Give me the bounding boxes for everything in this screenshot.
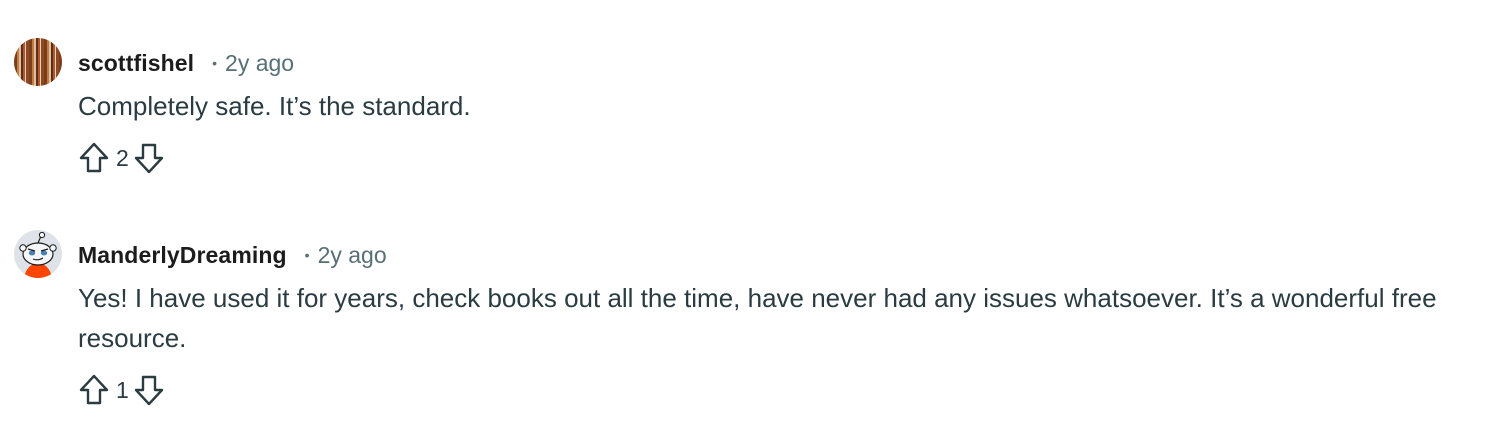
comment-header: scottfishel • 2y ago: [78, 48, 294, 78]
comment-header: ManderlyDreaming • 2y ago: [78, 240, 387, 270]
upvote-arrow-icon: [79, 142, 109, 173]
username-link[interactable]: scottfishel: [78, 50, 194, 77]
upvote-button[interactable]: [78, 141, 110, 175]
snoo-avatar-icon: [14, 230, 62, 278]
upvote-arrow-icon: [79, 374, 109, 405]
downvote-arrow-icon: [134, 375, 163, 406]
vote-score: 1: [116, 376, 129, 403]
downvote-button[interactable]: [133, 373, 165, 407]
meta-separator: •: [212, 55, 218, 71]
comment-body: Completely safe. It’s the standard.: [78, 91, 471, 121]
username-link[interactable]: ManderlyDreaming: [78, 242, 287, 269]
user-avatar[interactable]: [14, 38, 62, 86]
downvote-arrow-icon: [134, 143, 163, 174]
upvote-button[interactable]: [78, 373, 110, 407]
comment-timestamp[interactable]: 2y ago: [225, 50, 294, 77]
vote-score: 2: [116, 144, 129, 171]
meta-separator: •: [304, 247, 310, 263]
user-avatar[interactable]: [14, 230, 62, 278]
comment-timestamp[interactable]: 2y ago: [318, 242, 387, 269]
vote-bar: 1: [78, 372, 165, 408]
vote-bar: 2: [78, 140, 165, 176]
comment-body: Yes! I have used it for years, check boo…: [78, 283, 1437, 353]
striped-avatar-icon: [14, 38, 62, 86]
downvote-button[interactable]: [133, 141, 165, 175]
